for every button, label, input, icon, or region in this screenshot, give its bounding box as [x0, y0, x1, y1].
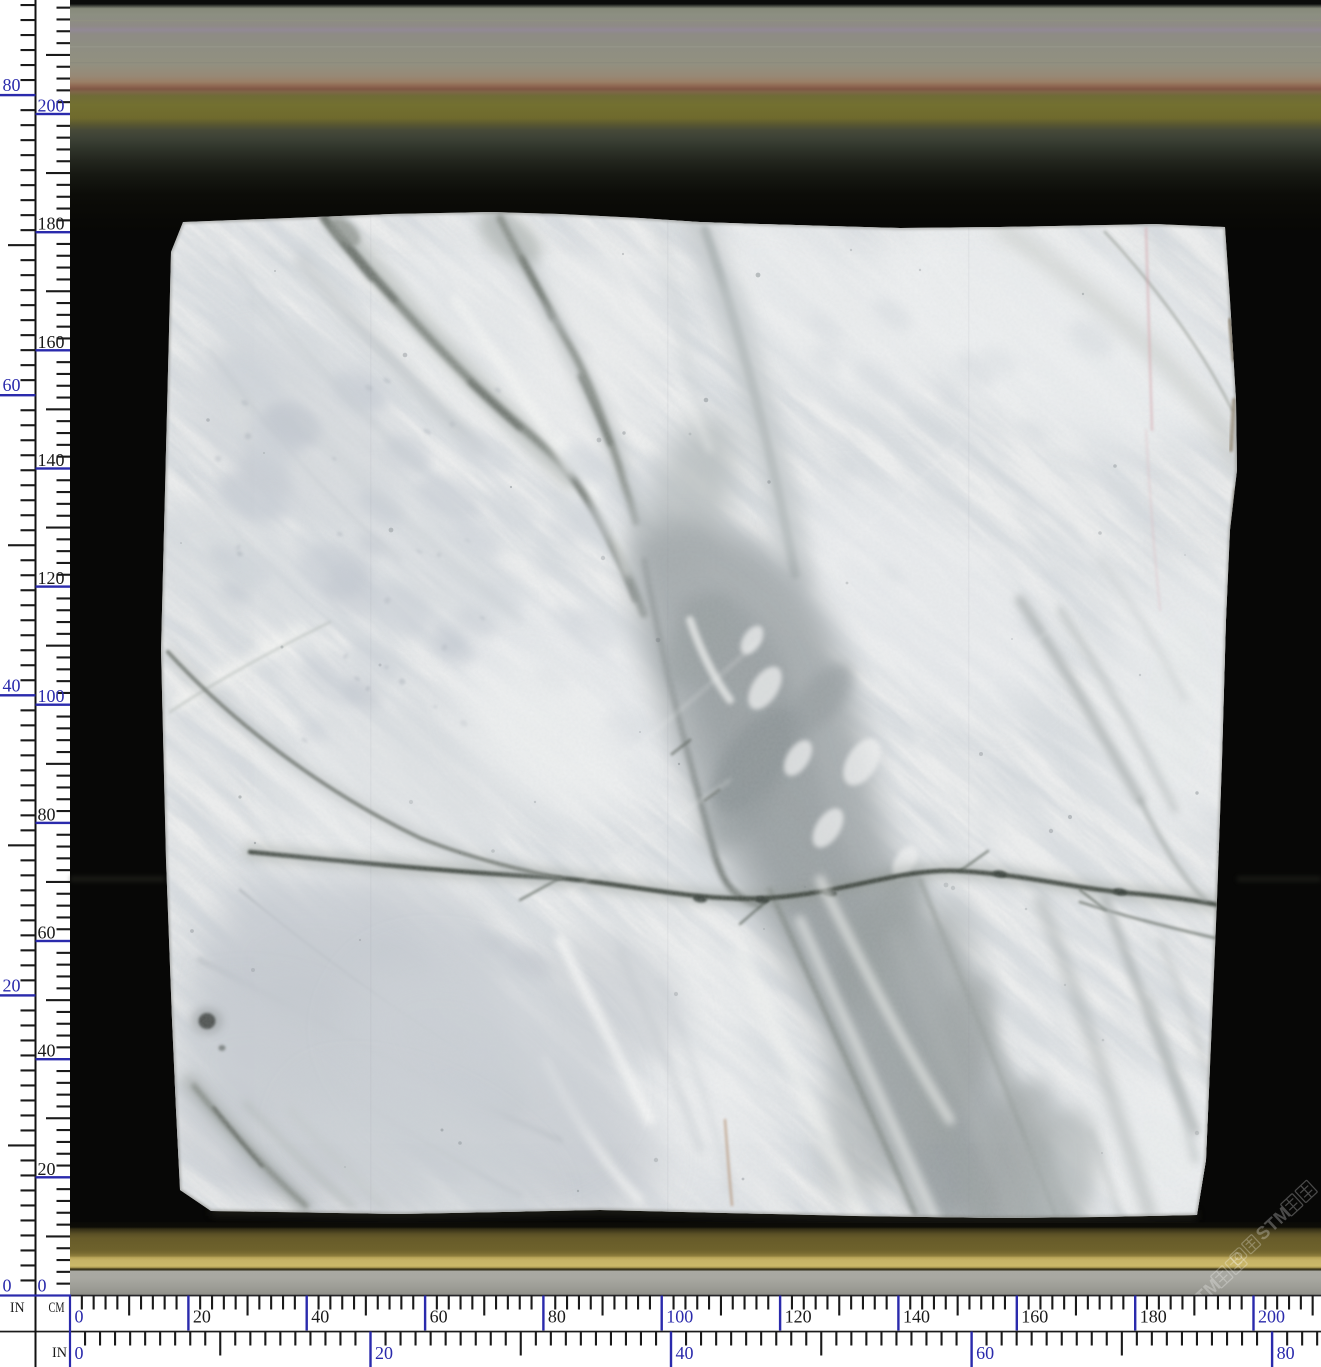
svg-text:60: 60	[430, 1307, 448, 1327]
svg-text:IN: IN	[10, 1300, 25, 1316]
svg-text:140: 140	[38, 450, 65, 470]
svg-text:100: 100	[666, 1307, 693, 1327]
svg-text:100: 100	[38, 686, 65, 706]
svg-text:20: 20	[38, 1159, 56, 1179]
svg-text:60: 60	[3, 375, 21, 395]
svg-text:180: 180	[38, 214, 65, 234]
svg-text:120: 120	[785, 1307, 812, 1327]
svg-text:140: 140	[903, 1307, 930, 1327]
svg-text:80: 80	[38, 804, 56, 824]
svg-text:IN: IN	[52, 1345, 67, 1361]
svg-text:80: 80	[548, 1307, 566, 1327]
svg-text:200: 200	[1258, 1307, 1285, 1327]
svg-text:40: 40	[38, 1041, 56, 1061]
svg-text:0: 0	[3, 1276, 12, 1296]
svg-text:40: 40	[311, 1307, 329, 1327]
svg-text:60: 60	[976, 1343, 994, 1363]
svg-text:80: 80	[1277, 1343, 1295, 1363]
svg-text:160: 160	[38, 332, 65, 352]
svg-text:80: 80	[3, 75, 21, 95]
svg-text:20: 20	[3, 975, 21, 995]
svg-text:60: 60	[38, 923, 56, 943]
svg-text:180: 180	[1140, 1307, 1167, 1327]
svg-text:160: 160	[1021, 1307, 1048, 1327]
svg-text:0: 0	[38, 1276, 47, 1296]
svg-text:CM: CM	[49, 1300, 65, 1316]
svg-text:120: 120	[38, 568, 65, 588]
svg-text:20: 20	[193, 1307, 211, 1327]
svg-text:0: 0	[75, 1343, 84, 1363]
svg-text:40: 40	[676, 1343, 694, 1363]
svg-text:20: 20	[375, 1343, 393, 1363]
svg-text:200: 200	[38, 96, 65, 116]
svg-text:0: 0	[75, 1307, 84, 1327]
svg-text:40: 40	[3, 675, 21, 695]
